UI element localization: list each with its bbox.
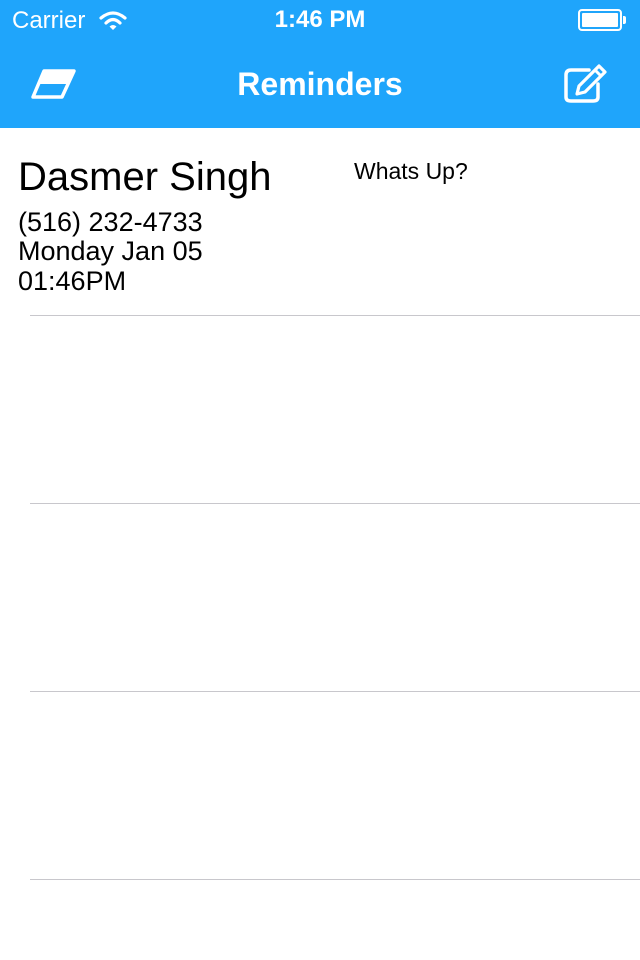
empty-row: [0, 316, 640, 504]
row-separator: [30, 879, 640, 880]
status-time: 1:46 PM: [274, 6, 366, 33]
list-item[interactable]: Dasmer Singh (516) 232-4733 Monday Jan 0…: [0, 128, 640, 316]
battery-icon: [578, 9, 628, 31]
contact-name: Dasmer Singh: [18, 155, 272, 199]
compose-icon: [564, 64, 607, 103]
navigation-bar: Reminders: [0, 40, 640, 128]
header: Carrier 1:46 PM Reminders: [0, 0, 640, 128]
reminders-list: Dasmer Singh (516) 232-4733 Monday Jan 0…: [0, 128, 640, 960]
reminder-time: 01:46PM: [18, 266, 127, 296]
status-bar: Carrier 1:46 PM: [0, 0, 640, 40]
empty-row: [0, 692, 640, 880]
empty-row: [0, 504, 640, 692]
compose-button[interactable]: [562, 62, 610, 106]
reminder-date: Monday Jan 05: [18, 236, 203, 266]
page-title: Reminders: [237, 66, 403, 102]
contact-phone: (516) 232-4733: [18, 207, 203, 237]
reminder-message: Whats Up?: [354, 158, 468, 184]
